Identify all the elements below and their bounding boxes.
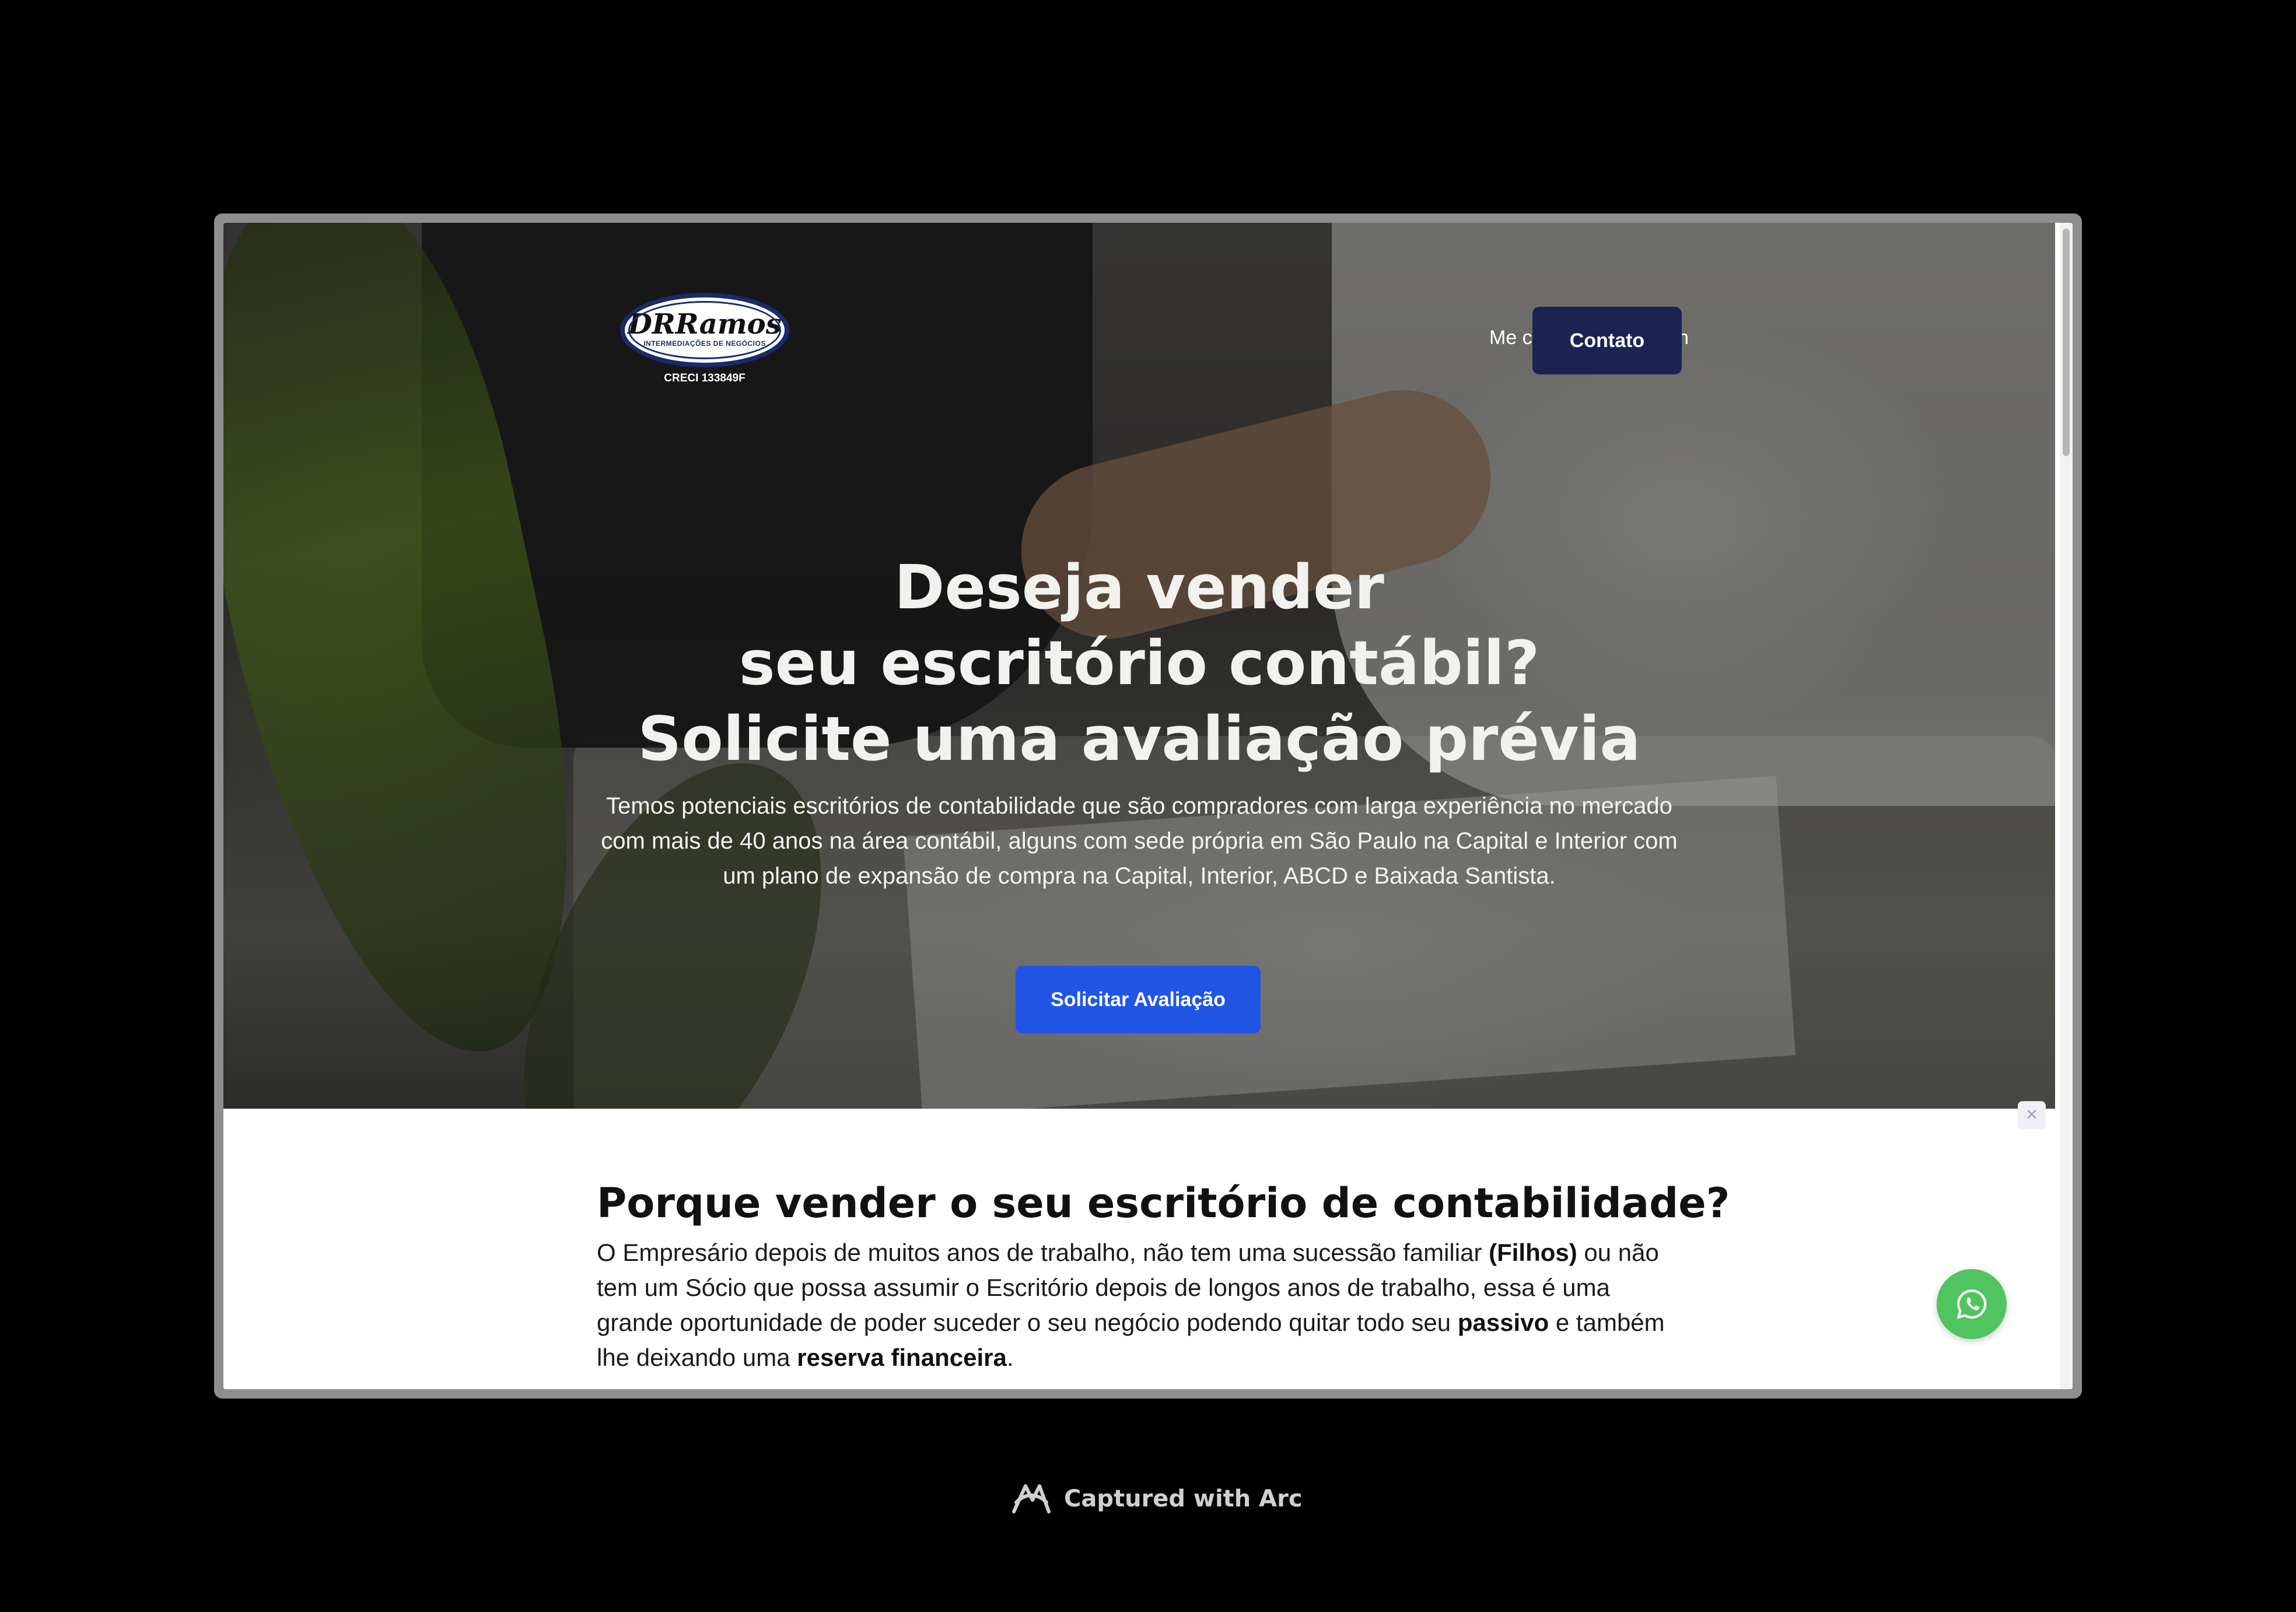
hero-section: DRRamos INTERMEDIAÇÕES DE NEGÓCIOS CRECI… <box>223 223 2055 1109</box>
section-text-part-4: . <box>1006 1344 1014 1371</box>
section-text-bold-1: (Filhos) <box>1489 1239 1577 1266</box>
page-viewport: DRRamos INTERMEDIAÇÕES DE NEGÓCIOS CRECI… <box>223 223 2073 1389</box>
logo-creci: CRECI 133849F <box>664 372 746 384</box>
page-scrollbar[interactable] <box>2060 223 2073 1389</box>
arc-capture-badge: Captured with Arc <box>1009 1481 1303 1516</box>
arc-capture-label: Captured with Arc <box>1064 1485 1303 1512</box>
logo-name: DRRamos <box>628 308 782 341</box>
whatsapp-button[interactable] <box>1937 1269 2007 1339</box>
logo-oval: DRRamos INTERMEDIAÇÕES DE NEGÓCIOS <box>620 293 789 367</box>
section-text-bold-3: reserva financeira <box>797 1344 1007 1371</box>
section-text-part-1: O Empresário depois de muitos anos de tr… <box>597 1239 1489 1266</box>
contact-button[interactable]: Contato <box>1532 307 1682 374</box>
browser-window: DRRamos INTERMEDIAÇÕES DE NEGÓCIOS CRECI… <box>214 213 2082 1399</box>
section-text-bold-2: passivo <box>1457 1309 1549 1336</box>
hero-title-line-1: Deseja vender <box>894 552 1384 623</box>
hero-title-line-3: Solicite uma avaliação prévia <box>638 703 1641 775</box>
whatsapp-icon <box>1957 1289 1987 1319</box>
hero-title: Deseja vender seu escritório contábil? S… <box>527 549 1752 777</box>
section-paragraph: O Empresário depois de muitos anos de tr… <box>597 1235 1682 1375</box>
site-logo[interactable]: DRRamos INTERMEDIAÇÕES DE NEGÓCIOS CRECI… <box>620 293 789 386</box>
request-evaluation-button[interactable]: Solicitar Avaliação <box>1016 966 1261 1033</box>
hero-title-line-2: seu escritório contábil? <box>738 628 1540 699</box>
arc-logo-icon <box>1012 1484 1051 1513</box>
accessibility-widget-icon[interactable]: ✕ <box>2018 1101 2046 1129</box>
logo-tagline: INTERMEDIAÇÕES DE NEGÓCIOS <box>643 339 766 348</box>
scrollbar-thumb[interactable] <box>2063 229 2070 456</box>
hero-description: Temos potenciais escritórios de contabil… <box>601 793 1678 889</box>
section-title: Porque vender o seu escritório de contab… <box>597 1179 1730 1227</box>
